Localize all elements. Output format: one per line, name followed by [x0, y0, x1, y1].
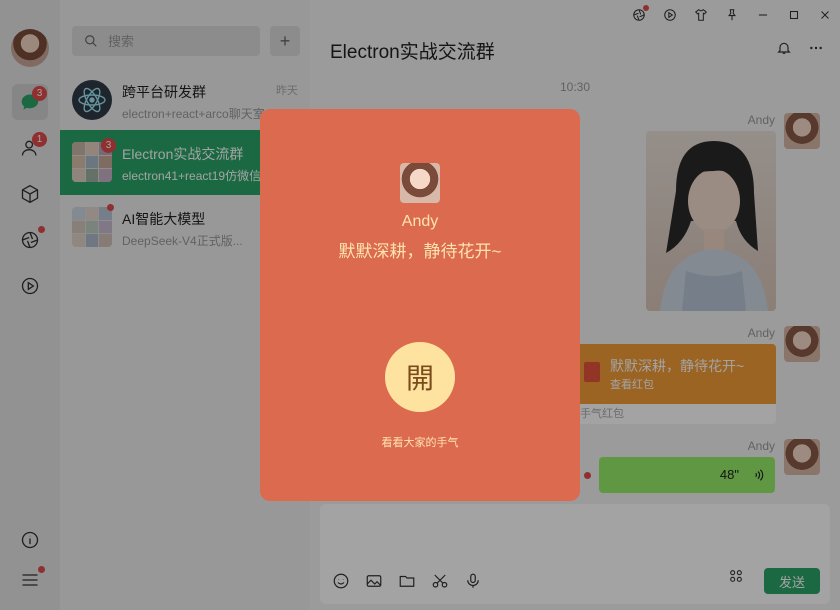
packet-sender-avatar — [400, 163, 440, 203]
view-luck-link[interactable]: 看看大家的手气 — [260, 434, 580, 450]
open-packet-button[interactable]: 開 — [385, 342, 455, 412]
packet-message: 默默深耕，静待花开~ — [338, 242, 502, 261]
red-packet-modal: Andy 默默深耕，静待花开~ 開 看看大家的手气 — [260, 109, 580, 501]
packet-sender-name: Andy — [401, 213, 439, 230]
